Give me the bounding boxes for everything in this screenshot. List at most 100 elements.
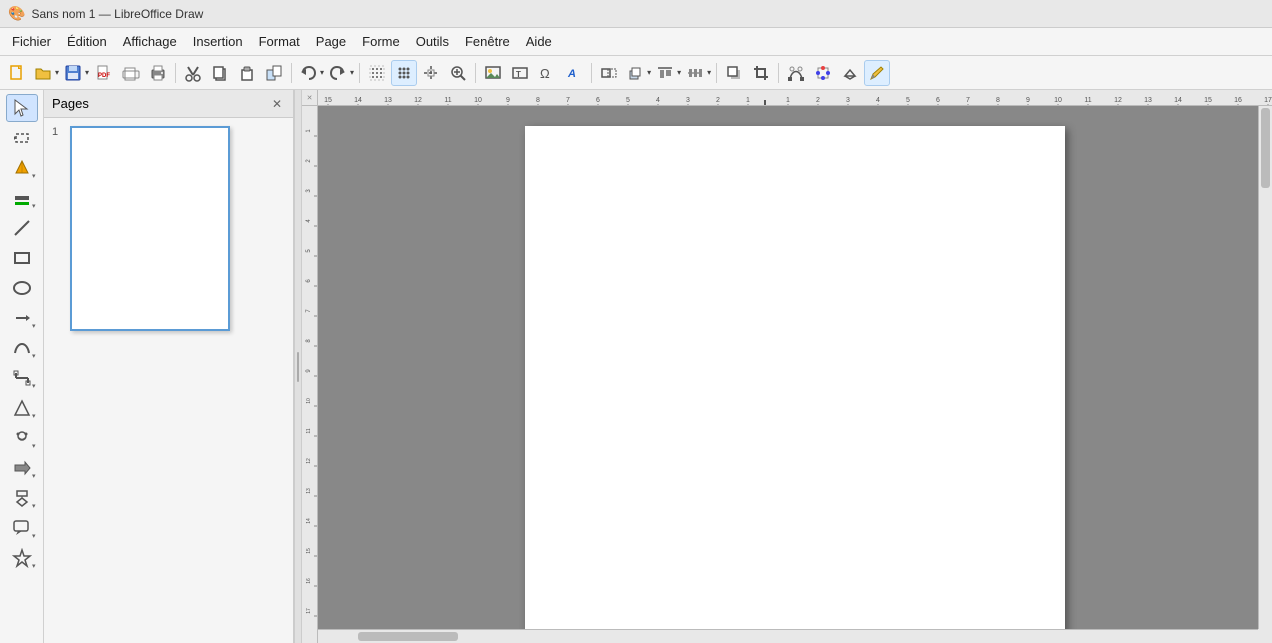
menu-edition[interactable]: Édition [59, 31, 115, 52]
line-color-tool[interactable]: ▾ [6, 184, 38, 212]
svg-text:16: 16 [306, 578, 312, 584]
redo-button[interactable]: ▾ [326, 60, 355, 86]
insert-textbox-button[interactable]: T [507, 60, 533, 86]
connector-tool[interactable]: ▾ [6, 364, 38, 392]
menu-format[interactable]: Format [251, 31, 308, 52]
align-button[interactable]: ▾ [653, 60, 682, 86]
arrow-tool[interactable]: ▾ [6, 304, 38, 332]
fontwork-button[interactable]: A [561, 60, 587, 86]
distribute-button[interactable]: ▾ [683, 60, 712, 86]
snap-grid-button[interactable] [391, 60, 417, 86]
select-tool[interactable] [6, 94, 38, 122]
menubar: Fichier Édition Affichage Insertion Form… [0, 28, 1272, 56]
stars-tool[interactable]: ▾ [6, 544, 38, 572]
undo-button[interactable]: ▾ [296, 60, 325, 86]
menu-affichage[interactable]: Affichage [115, 31, 185, 52]
guides-button[interactable] [418, 60, 444, 86]
pages-panel: Pages ✕ 1 [44, 90, 294, 643]
tab-select-tool[interactable] [6, 124, 38, 152]
page-preview-1 [70, 126, 230, 331]
copy-button[interactable] [207, 60, 233, 86]
svg-text:11: 11 [306, 428, 312, 433]
svg-text:A: A [567, 68, 576, 80]
shadow-button[interactable] [721, 60, 747, 86]
svg-text:15: 15 [306, 548, 312, 554]
window-title: Sans nom 1 — LibreOffice Draw [31, 7, 203, 21]
symbol-shapes-tool[interactable]: ▾ [6, 424, 38, 452]
export-pdf-button[interactable]: PDF [91, 60, 117, 86]
svg-text:10: 10 [1054, 97, 1062, 104]
menu-aide[interactable]: Aide [518, 31, 560, 52]
page-number-1: 1 [52, 126, 64, 138]
insert-image-button[interactable] [480, 60, 506, 86]
3d-button[interactable] [837, 60, 863, 86]
content-area: Pages ✕ 1 15 [44, 90, 1272, 643]
save-button[interactable]: ▾ [61, 60, 90, 86]
svg-text:10: 10 [474, 97, 482, 104]
svg-text:4: 4 [876, 97, 880, 104]
titlebar: 🎨 Sans nom 1 — LibreOffice Draw [0, 0, 1272, 28]
crop-button[interactable] [748, 60, 774, 86]
svg-text:7: 7 [306, 309, 312, 313]
basic-shapes-tool[interactable]: ▾ [6, 394, 38, 422]
canvas-area[interactable]: 15 14 13 12 11 10 9 8 7 6 5 4 3 2 [302, 90, 1272, 643]
sep4 [475, 63, 476, 83]
arrange-button[interactable]: ▾ [623, 60, 652, 86]
pages-panel-close[interactable]: ✕ [269, 96, 285, 112]
paste-button[interactable] [234, 60, 260, 86]
svg-text:13: 13 [306, 488, 312, 494]
drawing-canvas[interactable] [318, 106, 1272, 643]
cut-button[interactable] [180, 60, 206, 86]
page-canvas-main [525, 126, 1065, 643]
special-chars-button[interactable]: Ω [534, 60, 560, 86]
svg-text:14: 14 [306, 518, 312, 524]
gluepoints-button[interactable] [810, 60, 836, 86]
zoom-button[interactable] [445, 60, 471, 86]
vertical-scrollbar[interactable] [1258, 106, 1272, 629]
pages-panel-header: Pages ✕ [44, 90, 293, 118]
svg-text:9: 9 [306, 369, 312, 373]
page-thumb-1[interactable]: 1 [52, 126, 285, 331]
line-tool[interactable] [6, 214, 38, 242]
open-button[interactable]: ▾ [31, 60, 60, 86]
svg-text:9: 9 [506, 97, 510, 104]
svg-text:PDF: PDF [98, 73, 110, 79]
sep1 [175, 63, 176, 83]
svg-text:12: 12 [414, 97, 422, 104]
callouts-tool[interactable]: ▾ [6, 514, 38, 542]
print-button[interactable] [145, 60, 171, 86]
flowchart-tool[interactable]: ▾ [6, 484, 38, 512]
menu-page[interactable]: Page [308, 31, 354, 52]
curve-tool[interactable]: ▾ [6, 334, 38, 362]
draw-mode-button[interactable] [864, 60, 890, 86]
print-preview-button[interactable] [118, 60, 144, 86]
menu-fenetre[interactable]: Fenêtre [457, 31, 518, 52]
panel-splitter[interactable] [294, 90, 302, 643]
svg-text:17: 17 [1264, 97, 1272, 104]
ruler-corner [302, 90, 318, 106]
svg-text:9: 9 [1026, 97, 1030, 104]
menu-outils[interactable]: Outils [408, 31, 457, 52]
fill-color-tool[interactable]: ▾ [6, 154, 38, 182]
menu-fichier[interactable]: Fichier [4, 31, 59, 52]
svg-text:14: 14 [354, 97, 362, 104]
menu-forme[interactable]: Forme [354, 31, 408, 52]
horizontal-scrollbar[interactable] [318, 629, 1258, 643]
svg-text:4: 4 [656, 97, 660, 104]
menu-insertion[interactable]: Insertion [185, 31, 251, 52]
svg-text:1: 1 [786, 97, 790, 104]
svg-text:2: 2 [306, 159, 312, 163]
svg-text:5: 5 [306, 249, 312, 253]
new-button[interactable] [4, 60, 30, 86]
svg-text:2: 2 [816, 97, 820, 104]
clone-button[interactable] [261, 60, 287, 86]
svg-text:15: 15 [1204, 97, 1212, 104]
rectangle-tool[interactable] [6, 244, 38, 272]
transform-button[interactable] [596, 60, 622, 86]
ellipse-tool[interactable] [6, 274, 38, 302]
scroll-corner [1258, 629, 1272, 643]
svg-text:Ω: Ω [540, 66, 550, 81]
block-arrows-tool[interactable]: ▾ [6, 454, 38, 482]
bezier-edit-button[interactable] [783, 60, 809, 86]
grid-button[interactable] [364, 60, 390, 86]
